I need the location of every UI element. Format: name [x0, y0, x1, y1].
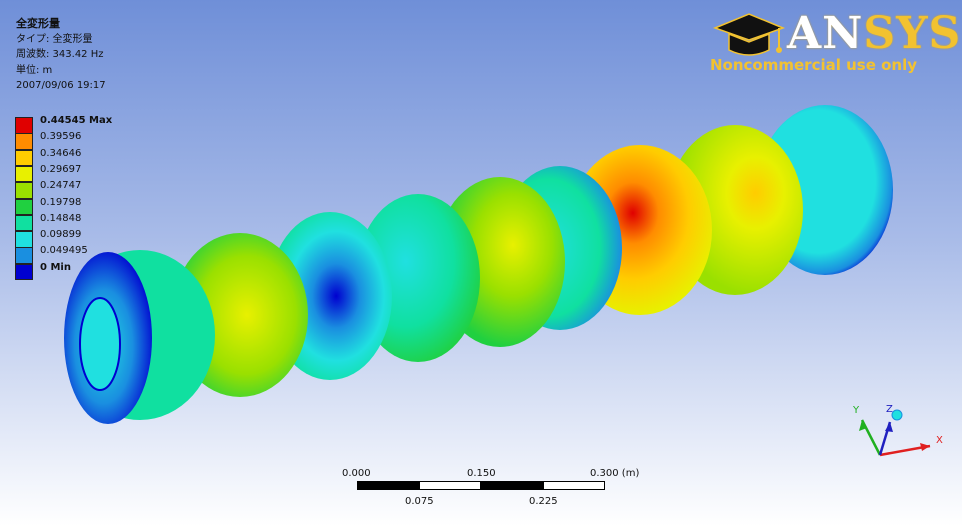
model-view[interactable]: [0, 0, 962, 526]
scale-tick-150: 0.150: [467, 468, 496, 479]
scale-segment-2: [419, 481, 481, 490]
scale-tick-75: 0.075: [405, 496, 434, 507]
graphics-viewport[interactable]: 全変形量 タイプ: 全変形量 周波数: 343.42 Hz 単位: m 2007…: [0, 0, 962, 526]
shaft-bore: [79, 297, 121, 391]
scale-segment-1: [357, 481, 419, 490]
scale-segment-4: [543, 481, 605, 490]
scale-tick-225: 0.225: [529, 496, 558, 507]
scale-tick-300: 0.300 (m): [590, 468, 640, 479]
scale-bar: 0.000 0.150 0.300 (m) 0.075 0.225: [330, 468, 660, 518]
scale-segment-3: [481, 481, 543, 490]
scale-tick-0: 0.000: [342, 468, 371, 479]
